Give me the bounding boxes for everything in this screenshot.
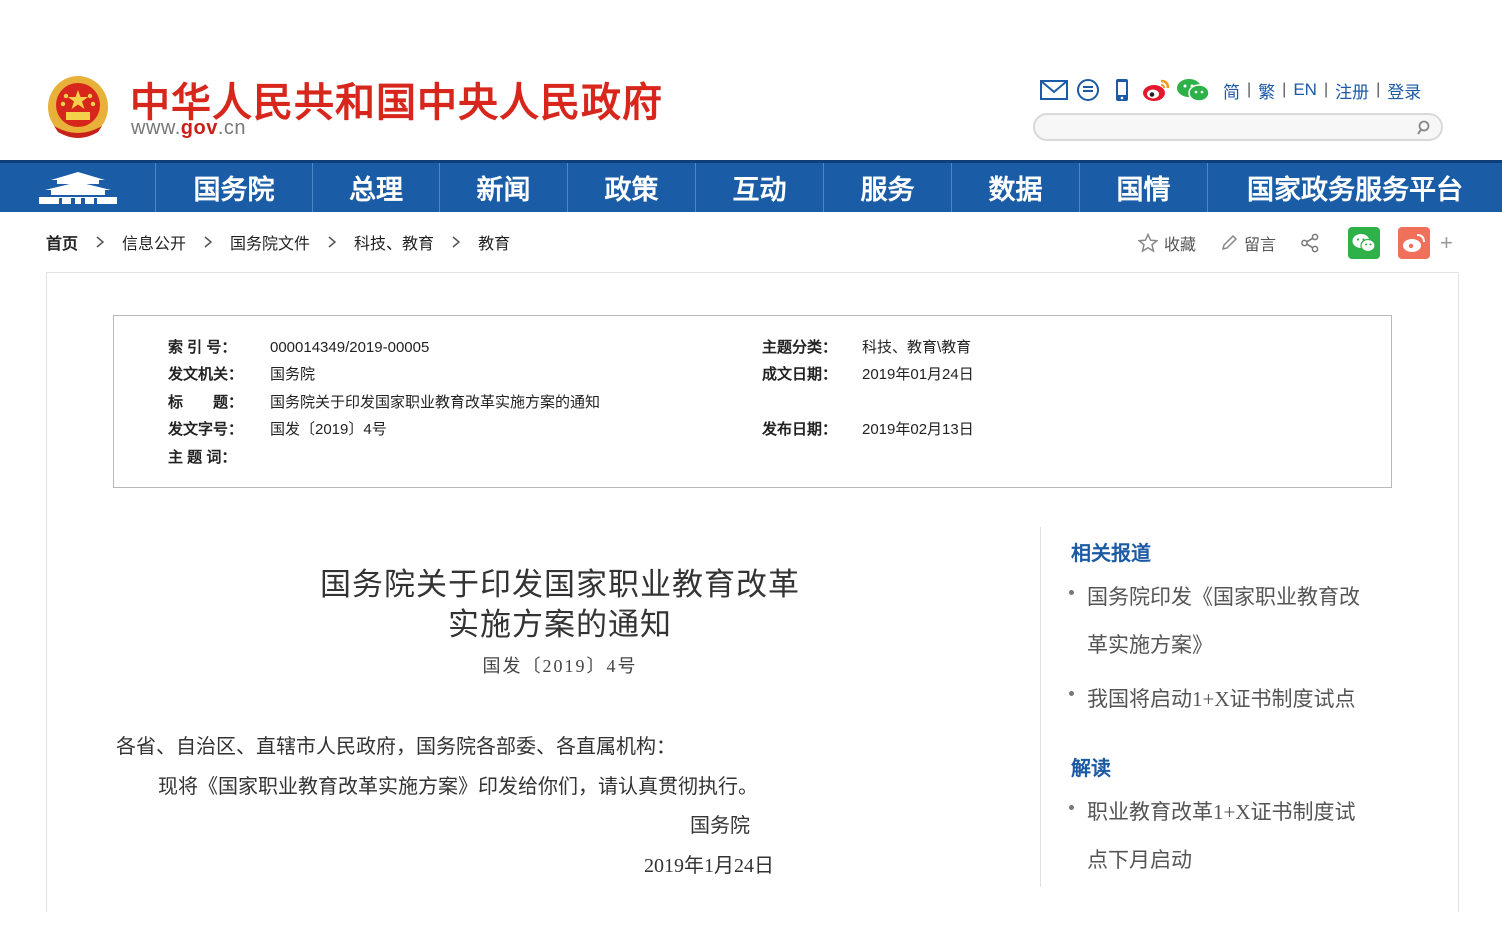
bullet-icon	[1069, 691, 1074, 696]
info-publish-date-label: 发布日期：	[762, 421, 838, 438]
nav-item-service-platform[interactable]: 国家政务服务平台	[1208, 163, 1502, 212]
traditional-chinese-link[interactable]: 繁	[1251, 78, 1282, 103]
info-written-date-label: 成文日期：	[762, 366, 838, 383]
info-title-row: 标 题： 国务院关于印发国家职业教育改革实施方案的通知	[168, 391, 600, 412]
search-input[interactable]	[1047, 115, 1417, 139]
article-date: 2019年1月24日	[644, 855, 774, 877]
sidebar: 相关报道 国务院印发《国家职业教育改 革实施方案》 我国将启动1+X证书制度试点…	[1040, 527, 1400, 887]
interpretation-heading: 解读	[1071, 758, 1111, 780]
related-reports-heading: 相关报道	[1071, 543, 1151, 565]
article-signature: 国务院	[690, 815, 750, 837]
nav-item-national-conditions[interactable]: 国情	[1080, 163, 1208, 212]
search-icon[interactable]	[1415, 119, 1433, 137]
bullet-icon	[1069, 805, 1074, 810]
related-report-link[interactable]: 我国将启动1+X证书制度试点	[1087, 675, 1387, 723]
info-issuer-value: 国务院	[270, 366, 316, 383]
chevron-right-icon	[204, 236, 213, 248]
wechat-icon[interactable]	[1176, 77, 1210, 103]
breadcrumb-education[interactable]: 教育	[478, 230, 510, 254]
nav-item-state-council[interactable]: 国务院	[156, 163, 313, 212]
article-paragraph: 现将《国家职业教育改革实施方案》印发给你们，请认真贯彻执行。	[158, 776, 758, 798]
chevron-right-icon	[328, 236, 337, 248]
wechat-share-button[interactable]	[1348, 227, 1381, 259]
more-share-button[interactable]: +	[1440, 230, 1453, 256]
main-nav: 国务院 总理 新闻 政策 互动 服务 数据 国情 国家政务服务平台	[0, 160, 1502, 212]
favorite-button[interactable]: 收藏	[1138, 231, 1196, 255]
weibo-icon	[1403, 234, 1426, 252]
weibo-share-button[interactable]	[1398, 227, 1431, 259]
register-link[interactable]: 注册	[1328, 78, 1376, 103]
breadcrumb-info-disclosure[interactable]: 信息公开	[122, 230, 186, 254]
site-header: 中华人民共和国中央人民政府 www.gov.cn 简 | 繁 | EN | 注册…	[0, 0, 1502, 160]
comment-label: 留言	[1244, 237, 1277, 254]
top-tools: 简 | 繁 | EN | 注册 | 登录	[1040, 76, 1428, 104]
star-icon	[1138, 233, 1158, 253]
site-url-suffix: .cn	[217, 117, 247, 139]
national-emblem-icon[interactable]	[46, 74, 110, 140]
simplified-chinese-link[interactable]: 简	[1216, 78, 1247, 103]
interpretation-link[interactable]: 职业教育改革1+X证书制度试 点下月启动	[1087, 788, 1387, 884]
article-title: 国务院关于印发国家职业教育改革 实施方案的通知	[220, 565, 900, 645]
info-publish-date-row: 发布日期： 2019年02月13日	[762, 418, 974, 439]
info-doc-number-row: 发文字号： 国发〔2019〕4号	[168, 418, 387, 439]
related-report-link[interactable]: 国务院印发《国家职业教育改 革实施方案》	[1087, 573, 1387, 669]
chevron-right-icon	[452, 236, 461, 248]
nav-item-interaction[interactable]: 互动	[696, 163, 824, 212]
info-topic-label: 主题分类：	[762, 339, 838, 356]
share-icon[interactable]	[1300, 233, 1326, 253]
related-report-line1: 我国将启动1+X证书制度试点	[1087, 687, 1356, 711]
weibo-icon[interactable]	[1142, 77, 1170, 103]
info-written-date-value: 2019年01月24日	[862, 366, 974, 383]
site-url[interactable]: www.gov.cn	[131, 117, 246, 140]
info-topic-value: 科技、教育\教育	[862, 339, 972, 356]
info-written-date-row: 成文日期： 2019年01月24日	[762, 363, 974, 384]
info-issuer-label: 发文机关：	[168, 366, 244, 383]
message-icon[interactable]	[1074, 77, 1102, 103]
search-box	[1033, 113, 1443, 141]
info-publish-date-value: 2019年02月13日	[862, 421, 974, 438]
tiananmen-icon[interactable]	[0, 163, 156, 212]
english-link[interactable]: EN	[1286, 80, 1324, 100]
info-doc-number-value: 国发〔2019〕4号	[270, 421, 387, 438]
article-doc-number: 国发〔2019〕4号	[482, 656, 638, 676]
favorite-label: 收藏	[1164, 237, 1197, 254]
interpretation-line2: 点下月启动	[1087, 848, 1192, 872]
pencil-icon	[1221, 234, 1238, 251]
site-url-gov: gov	[180, 117, 218, 139]
breadcrumb: 首页 信息公开 国务院文件 科技、教育 教育	[46, 230, 510, 254]
info-keywords-row: 主 题 词：	[168, 446, 270, 467]
bullet-icon	[1069, 590, 1074, 595]
nav-item-services[interactable]: 服务	[824, 163, 952, 212]
breadcrumb-science-education[interactable]: 科技、教育	[354, 230, 434, 254]
comment-button[interactable]: 留言	[1220, 231, 1276, 255]
chevron-right-icon	[96, 236, 105, 248]
article-salutation: 各省、自治区、直辖市人民政府，国务院各部委、各直属机构：	[116, 736, 676, 758]
info-index-label: 索 引 号：	[168, 339, 237, 356]
mail-icon[interactable]	[1040, 77, 1068, 103]
info-index-row: 索 引 号： 000014349/2019-00005	[168, 336, 429, 357]
related-report-line1: 国务院印发《国家职业教育改	[1087, 585, 1360, 609]
interpretation-line1: 职业教育改革1+X证书制度试	[1087, 800, 1356, 824]
article-title-line1: 国务院关于印发国家职业教育改革	[320, 567, 800, 602]
share-bar: 收藏 留言 +	[1138, 226, 1453, 260]
article-title-line2: 实施方案的通知	[448, 607, 672, 642]
wechat-icon	[1352, 234, 1376, 253]
mobile-icon[interactable]	[1108, 77, 1136, 103]
related-report-line2: 革实施方案》	[1087, 633, 1213, 657]
breadcrumb-state-council-docs[interactable]: 国务院文件	[230, 230, 310, 254]
info-issuer-row: 发文机关： 国务院	[168, 363, 315, 384]
info-topic-row: 主题分类： 科技、教育\教育	[762, 336, 971, 357]
site-url-prefix: www.	[131, 117, 181, 139]
nav-item-news[interactable]: 新闻	[440, 163, 568, 212]
info-index-value: 000014349/2019-00005	[270, 339, 430, 356]
info-doc-number-label: 发文字号：	[168, 421, 244, 438]
info-title-value: 国务院关于印发国家职业教育改革实施方案的通知	[270, 394, 601, 411]
nav-item-policy[interactable]: 政策	[568, 163, 696, 212]
breadcrumb-home[interactable]: 首页	[46, 230, 78, 254]
nav-item-premier[interactable]: 总理	[313, 163, 440, 212]
login-link[interactable]: 登录	[1380, 78, 1428, 103]
info-title-label: 标 题：	[168, 394, 244, 411]
nav-item-data[interactable]: 数据	[952, 163, 1080, 212]
info-keywords-label: 主 题 词：	[168, 449, 237, 466]
